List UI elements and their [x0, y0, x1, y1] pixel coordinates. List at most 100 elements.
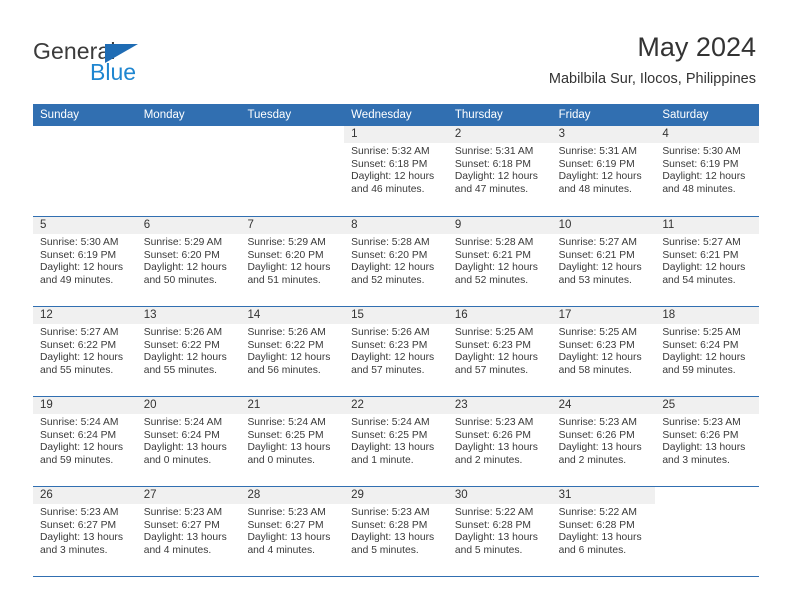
day-cell[interactable]: 29 Sunrise: 5:23 AM Sunset: 6:28 PM Dayligh… [344, 487, 448, 576]
day-cell[interactable]: 30 Sunrise: 5:22 AM Sunset: 6:28 PM Dayligh… [447, 487, 552, 576]
day-cell[interactable]: 22 Sunrise: 5:24 AM Sunset: 6:25 PM Dayligh… [344, 397, 448, 486]
day-cell[interactable]: 16 Sunrise: 5:25 AM Sunset: 6:23 PM Dayligh… [447, 307, 552, 396]
day-cell[interactable]: 8 Sunrise: 5:28 AM Sunset: 6:20 PM Daylight… [344, 217, 448, 306]
day-sunrise-text: Sunrise: 5:26 AM [247, 327, 326, 338]
day-cell[interactable]: 12 Sunrise: 5:27 AM Sunset: 6:22 PM Dayligh… [33, 307, 137, 396]
day-cell[interactable]: 23 Sunrise: 5:23 AM Sunset: 6:26 PM Dayligh… [447, 397, 552, 486]
day-cell[interactable]: 5 Sunrise: 5:30 AM Sunset: 6:19 PM Daylight… [33, 217, 137, 306]
day-daylight-2-text: and 2 minutes. [454, 454, 523, 466]
day-info: Sunrise: 5:28 AM Sunset: 6:20 PM Daylight:… [344, 234, 448, 287]
day-number: 3 [551, 126, 656, 143]
day-sunset-text: Sunset: 6:26 PM [662, 429, 739, 441]
day-daylight-1-text: Daylight: 13 hours [143, 532, 227, 544]
page-title: May 2024 [637, 32, 756, 62]
day-daylight-1-text: Daylight: 12 hours [662, 171, 746, 183]
day-number: 21 [240, 397, 345, 414]
day-number: 8 [344, 217, 448, 234]
day-daylight-2-text: and 59 minutes. [662, 364, 736, 376]
day-daylight-2-text: and 52 minutes. [351, 274, 425, 286]
day-cell[interactable]: 24 Sunrise: 5:23 AM Sunset: 6:26 PM Dayligh… [551, 397, 656, 486]
day-cell[interactable]: 27 Sunrise: 5:23 AM Sunset: 6:27 PM Dayligh… [136, 487, 241, 576]
day-sunset-text: Sunset: 6:24 PM [662, 339, 739, 351]
day-daylight-1-text: Daylight: 12 hours [558, 262, 642, 274]
day-daylight-1-text: Daylight: 13 hours [143, 442, 227, 454]
day-number: 28 [240, 487, 345, 504]
day-cell[interactable]: 7 Sunrise: 5:29 AM Sunset: 6:20 PM Daylight… [240, 217, 345, 306]
day-number: 27 [136, 487, 241, 504]
day-number: 9 [447, 217, 552, 234]
day-cell-empty [655, 487, 760, 576]
day-sunrise-text: Sunrise: 5:27 AM [40, 327, 119, 338]
day-daylight-1-text: Daylight: 12 hours [454, 352, 538, 364]
day-number: 20 [136, 397, 241, 414]
day-info: Sunrise: 5:32 AM Sunset: 6:18 PM Daylight:… [344, 143, 448, 196]
calendar-week-row: 19 Sunrise: 5:24 AM Sunset: 6:24 PM Dayligh… [33, 396, 760, 486]
day-cell-empty [33, 126, 137, 216]
day-daylight-1-text: Daylight: 13 hours [558, 532, 642, 544]
day-daylight-2-text: and 52 minutes. [454, 274, 529, 286]
day-number: 23 [447, 397, 552, 414]
day-sunrise-text: Sunrise: 5:24 AM [143, 417, 223, 428]
day-daylight-1-text: Daylight: 13 hours [247, 442, 331, 454]
day-daylight-2-text: and 58 minutes. [558, 364, 632, 376]
day-info: Sunrise: 5:30 AM Sunset: 6:19 PM Daylight:… [655, 143, 759, 196]
calendar-week-row: 1 Sunrise: 5:32 AM Sunset: 6:18 PM Daylight… [33, 126, 760, 216]
day-daylight-1-text: Daylight: 13 hours [351, 532, 435, 544]
day-sunset-text: Sunset: 6:28 PM [454, 519, 532, 531]
day-cell[interactable]: 11 Sunrise: 5:27 AM Sunset: 6:21 PM Dayligh… [655, 217, 760, 306]
day-cell[interactable]: 20 Sunrise: 5:24 AM Sunset: 6:24 PM Dayligh… [136, 397, 241, 486]
day-daylight-2-text: and 0 minutes. [247, 454, 315, 466]
day-sunset-text: Sunset: 6:19 PM [558, 158, 635, 170]
day-cell[interactable]: 25 Sunrise: 5:23 AM Sunset: 6:26 PM Dayligh… [655, 397, 760, 486]
day-daylight-1-text: Daylight: 12 hours [558, 352, 642, 364]
day-number: 22 [344, 397, 448, 414]
day-cell[interactable]: 21 Sunrise: 5:24 AM Sunset: 6:25 PM Dayligh… [240, 397, 345, 486]
weekday-header-tuesday: Tuesday [247, 109, 292, 121]
day-cell[interactable]: 19 Sunrise: 5:24 AM Sunset: 6:24 PM Dayligh… [33, 397, 137, 486]
day-number: 1 [344, 126, 448, 143]
day-cell[interactable]: 6 Sunrise: 5:29 AM Sunset: 6:20 PM Daylight… [136, 217, 241, 306]
day-daylight-1-text: Daylight: 12 hours [351, 171, 435, 183]
day-info: Sunrise: 5:25 AM Sunset: 6:23 PM Daylight:… [552, 324, 656, 377]
day-cell[interactable]: 31 Sunrise: 5:22 AM Sunset: 6:28 PM Dayligh… [551, 487, 656, 576]
day-daylight-1-text: Daylight: 13 hours [351, 442, 435, 454]
day-sunrise-text: Sunrise: 5:23 AM [662, 417, 741, 428]
weekday-header-friday: Friday [558, 109, 591, 121]
day-cell[interactable]: 3 Sunrise: 5:31 AM Sunset: 6:19 PM Daylight… [551, 126, 656, 216]
day-cell[interactable]: 13 Sunrise: 5:26 AM Sunset: 6:22 PM Dayligh… [136, 307, 241, 396]
day-cell[interactable]: 26 Sunrise: 5:23 AM Sunset: 6:27 PM Dayligh… [33, 487, 137, 576]
day-cell[interactable]: 28 Sunrise: 5:23 AM Sunset: 6:27 PM Dayligh… [240, 487, 345, 576]
day-daylight-1-text: Daylight: 12 hours [454, 262, 538, 274]
day-daylight-2-text: and 48 minutes. [558, 183, 632, 195]
day-sunrise-text: Sunrise: 5:23 AM [558, 417, 638, 428]
day-daylight-2-text: and 47 minutes. [454, 183, 529, 195]
calendar-week-row: 5 Sunrise: 5:30 AM Sunset: 6:19 PM Daylight… [33, 216, 760, 306]
day-daylight-1-text: Daylight: 12 hours [40, 442, 123, 454]
day-daylight-1-text: Daylight: 12 hours [247, 352, 331, 364]
day-daylight-2-text: and 56 minutes. [247, 364, 321, 376]
day-daylight-1-text: Daylight: 12 hours [662, 352, 746, 364]
day-number: 18 [655, 307, 760, 324]
day-cell[interactable]: 17 Sunrise: 5:25 AM Sunset: 6:23 PM Dayligh… [551, 307, 656, 396]
day-cell[interactable]: 10 Sunrise: 5:27 AM Sunset: 6:21 PM Dayligh… [551, 217, 656, 306]
day-cell[interactable]: 18 Sunrise: 5:25 AM Sunset: 6:24 PM Dayligh… [655, 307, 760, 396]
day-cell[interactable]: 9 Sunrise: 5:28 AM Sunset: 6:21 PM Daylight… [447, 217, 552, 306]
day-sunrise-text: Sunrise: 5:23 AM [143, 507, 223, 518]
day-daylight-1-text: Daylight: 12 hours [143, 262, 227, 274]
day-cell[interactable]: 4 Sunrise: 5:30 AM Sunset: 6:19 PM Daylight… [655, 126, 760, 216]
day-sunrise-text: Sunrise: 5:24 AM [40, 417, 119, 428]
day-daylight-1-text: Daylight: 13 hours [558, 442, 642, 454]
day-daylight-1-text: Daylight: 13 hours [40, 532, 123, 544]
weekday-header-row: Sunday Monday Tuesday Wednesday Thursday Frid… [33, 104, 759, 126]
day-info: Sunrise: 5:24 AM Sunset: 6:24 PM Daylight:… [33, 414, 137, 467]
day-cell[interactable]: 15 Sunrise: 5:26 AM Sunset: 6:23 PM Dayligh… [344, 307, 448, 396]
day-sunrise-text: Sunrise: 5:30 AM [40, 237, 119, 248]
weekday-header-saturday: Saturday [662, 109, 709, 121]
day-sunrise-text: Sunrise: 5:24 AM [351, 417, 430, 428]
day-cell[interactable]: 1 Sunrise: 5:32 AM Sunset: 6:18 PM Daylight… [344, 126, 448, 216]
day-daylight-2-text: and 55 minutes. [40, 364, 114, 376]
day-number [655, 487, 760, 504]
day-daylight-2-text: and 6 minutes. [558, 544, 627, 556]
day-cell[interactable]: 2 Sunrise: 5:31 AM Sunset: 6:18 PM Daylight… [447, 126, 552, 216]
day-cell[interactable]: 14 Sunrise: 5:26 AM Sunset: 6:22 PM Dayligh… [240, 307, 345, 396]
